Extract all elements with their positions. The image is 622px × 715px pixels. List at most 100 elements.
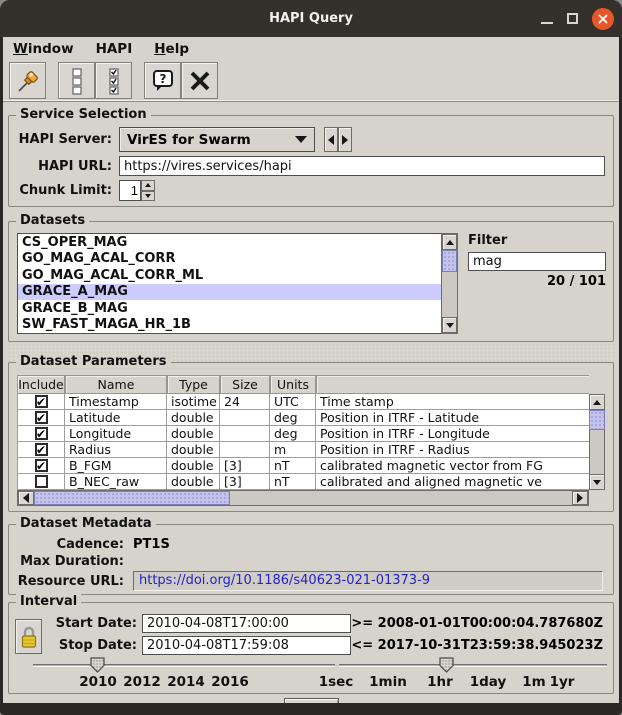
scroll-left-button[interactable] (18, 491, 34, 505)
column-header-name[interactable]: Name (65, 375, 167, 394)
dataset-list-item[interactable]: GRACE_A_MAG (18, 284, 441, 301)
interval-lock-button[interactable] (15, 619, 42, 654)
tick-label: 1yr (550, 674, 575, 690)
description-cell: Time stamp (316, 394, 589, 409)
scale-slider[interactable] (339, 659, 607, 675)
resource-url-label: Resource URL: (17, 574, 124, 589)
unselect-all-fields-button[interactable] (58, 62, 95, 99)
name-cell: Timestamp (65, 394, 167, 409)
filter-input[interactable] (468, 252, 606, 271)
dataset-list-item[interactable]: GRACE_B_MAG (18, 300, 441, 317)
arrow-up-icon (145, 183, 151, 187)
scroll-right-button[interactable] (572, 491, 588, 505)
include-checkbox[interactable] (35, 427, 48, 440)
menu-bar: Window HAPI Help (3, 37, 619, 60)
scrollbar-thumb[interactable] (589, 410, 605, 430)
arrow-down-icon (446, 323, 454, 328)
resource-url-row: Resource URL: https://doi.org/10.1186/s4… (17, 571, 603, 591)
scrollbar-track[interactable] (589, 430, 605, 474)
column-header-description[interactable] (316, 375, 589, 394)
tick-label: 1hr (427, 674, 453, 690)
max-duration-row: Max Duration: (17, 554, 603, 569)
include-checkbox[interactable] (35, 475, 48, 488)
maximize-icon[interactable] (567, 13, 578, 24)
help-button[interactable]: ? (144, 62, 181, 99)
start-date-input[interactable] (142, 614, 351, 633)
units-cell: m (270, 442, 316, 457)
units-cell: nT (270, 458, 316, 473)
dataset-list-item[interactable]: GO_MAG_ACAL_CORR (18, 251, 441, 268)
table-row: B_NEC_raw double [3] nT calibrated and a… (17, 474, 589, 490)
titlebar[interactable]: HAPI Query (0, 0, 622, 37)
scrollbar-corner (589, 375, 605, 394)
column-header-units[interactable]: Units (270, 375, 316, 394)
spinner-down-button[interactable] (141, 191, 155, 202)
window-controls (541, 0, 614, 37)
column-header-include[interactable]: Include (17, 375, 65, 394)
dataset-list[interactable]: CS_OPER_MAG GO_MAG_ACAL_CORR GO_MAG_ACAL… (17, 233, 441, 334)
size-cell: 24 (220, 394, 270, 409)
dataset-list-item[interactable]: CS_OPER_MAG (18, 234, 441, 251)
table-row: Longitude double deg Position in ITRF - … (17, 426, 589, 442)
slider-thumb-icon[interactable] (90, 657, 105, 673)
minimize-icon[interactable] (541, 22, 553, 24)
menu-window[interactable]: Window (13, 41, 74, 57)
menu-hapi[interactable]: HAPI (96, 41, 133, 57)
column-header-type[interactable]: Type (167, 375, 220, 394)
include-cell (17, 394, 65, 409)
slider-thumb-icon[interactable] (439, 657, 454, 673)
description-cell: Position in ITRF - Radius (316, 442, 589, 457)
date-slider[interactable] (33, 659, 335, 675)
spinner-up-button[interactable] (141, 180, 155, 191)
pin-window-button[interactable] (9, 62, 46, 99)
type-cell: double (167, 426, 220, 441)
chunk-limit-label: Chunk Limit: (17, 183, 112, 198)
name-cell: Longitude (65, 426, 167, 441)
prev-server-button[interactable] (324, 127, 338, 152)
menu-help[interactable]: Help (154, 41, 189, 57)
dataset-list-scrollbar[interactable] (441, 233, 458, 334)
fields-list-icon (67, 67, 87, 95)
chevron-down-icon (295, 136, 307, 143)
chunk-limit-spinner[interactable] (119, 180, 155, 201)
scrollbar-track[interactable] (230, 491, 572, 505)
include-checkbox[interactable] (35, 411, 48, 424)
column-header-size[interactable]: Size (220, 375, 270, 394)
chunk-limit-input[interactable] (119, 180, 141, 201)
start-date-label: Start Date: (47, 616, 137, 631)
include-checkbox[interactable] (35, 395, 48, 408)
scroll-up-button[interactable] (589, 394, 605, 410)
scrollbar-thumb[interactable] (442, 250, 457, 272)
description-cell: calibrated and aligned magnetic ve (316, 474, 589, 489)
hapi-url-input[interactable] (119, 156, 605, 176)
close-icon[interactable] (592, 8, 614, 30)
slider-track[interactable] (33, 664, 335, 667)
next-server-button[interactable] (338, 127, 352, 152)
tick-label: 2014 (167, 674, 205, 690)
scroll-down-button[interactable] (589, 474, 605, 490)
scroll-down-button[interactable] (442, 317, 457, 333)
scrollbar-thumb[interactable] (34, 491, 230, 505)
close-window-button[interactable] (181, 62, 218, 99)
start-date-row: Start Date: >= 2008-01-01T00:00:04.78768… (47, 613, 605, 633)
include-checkbox[interactable] (35, 443, 48, 456)
dataset-list-item[interactable]: GO_MAG_ACAL_CORR_ML (18, 267, 441, 284)
description-cell: Position in ITRF - Latitude (316, 410, 589, 425)
hapi-url-label: HAPI URL: (17, 159, 112, 174)
dataset-list-item[interactable]: SW_FAST_MAGA_HR_1B (18, 317, 441, 334)
units-cell: deg (270, 410, 316, 425)
slider-track[interactable] (339, 664, 607, 667)
ok-button[interactable]: OK (284, 698, 339, 703)
include-checkbox[interactable] (35, 459, 48, 472)
select-all-fields-button[interactable] (95, 62, 132, 99)
table-horizontal-scrollbar[interactable] (17, 490, 589, 506)
resource-url-link[interactable]: https://doi.org/10.1186/s40623-021-01373… (133, 571, 603, 591)
table-vertical-scrollbar[interactable] (589, 375, 605, 506)
stop-date-input[interactable] (142, 636, 351, 655)
start-date-constraint: >= 2008-01-01T00:00:04.787680Z (351, 616, 605, 631)
hapi-server-combobox[interactable]: VirES for Swarm (119, 127, 315, 152)
footer: OK (3, 694, 619, 703)
scroll-up-button[interactable] (442, 234, 457, 250)
table-header: Include Name Type Size Units (17, 375, 589, 394)
scrollbar-track[interactable] (442, 272, 457, 317)
